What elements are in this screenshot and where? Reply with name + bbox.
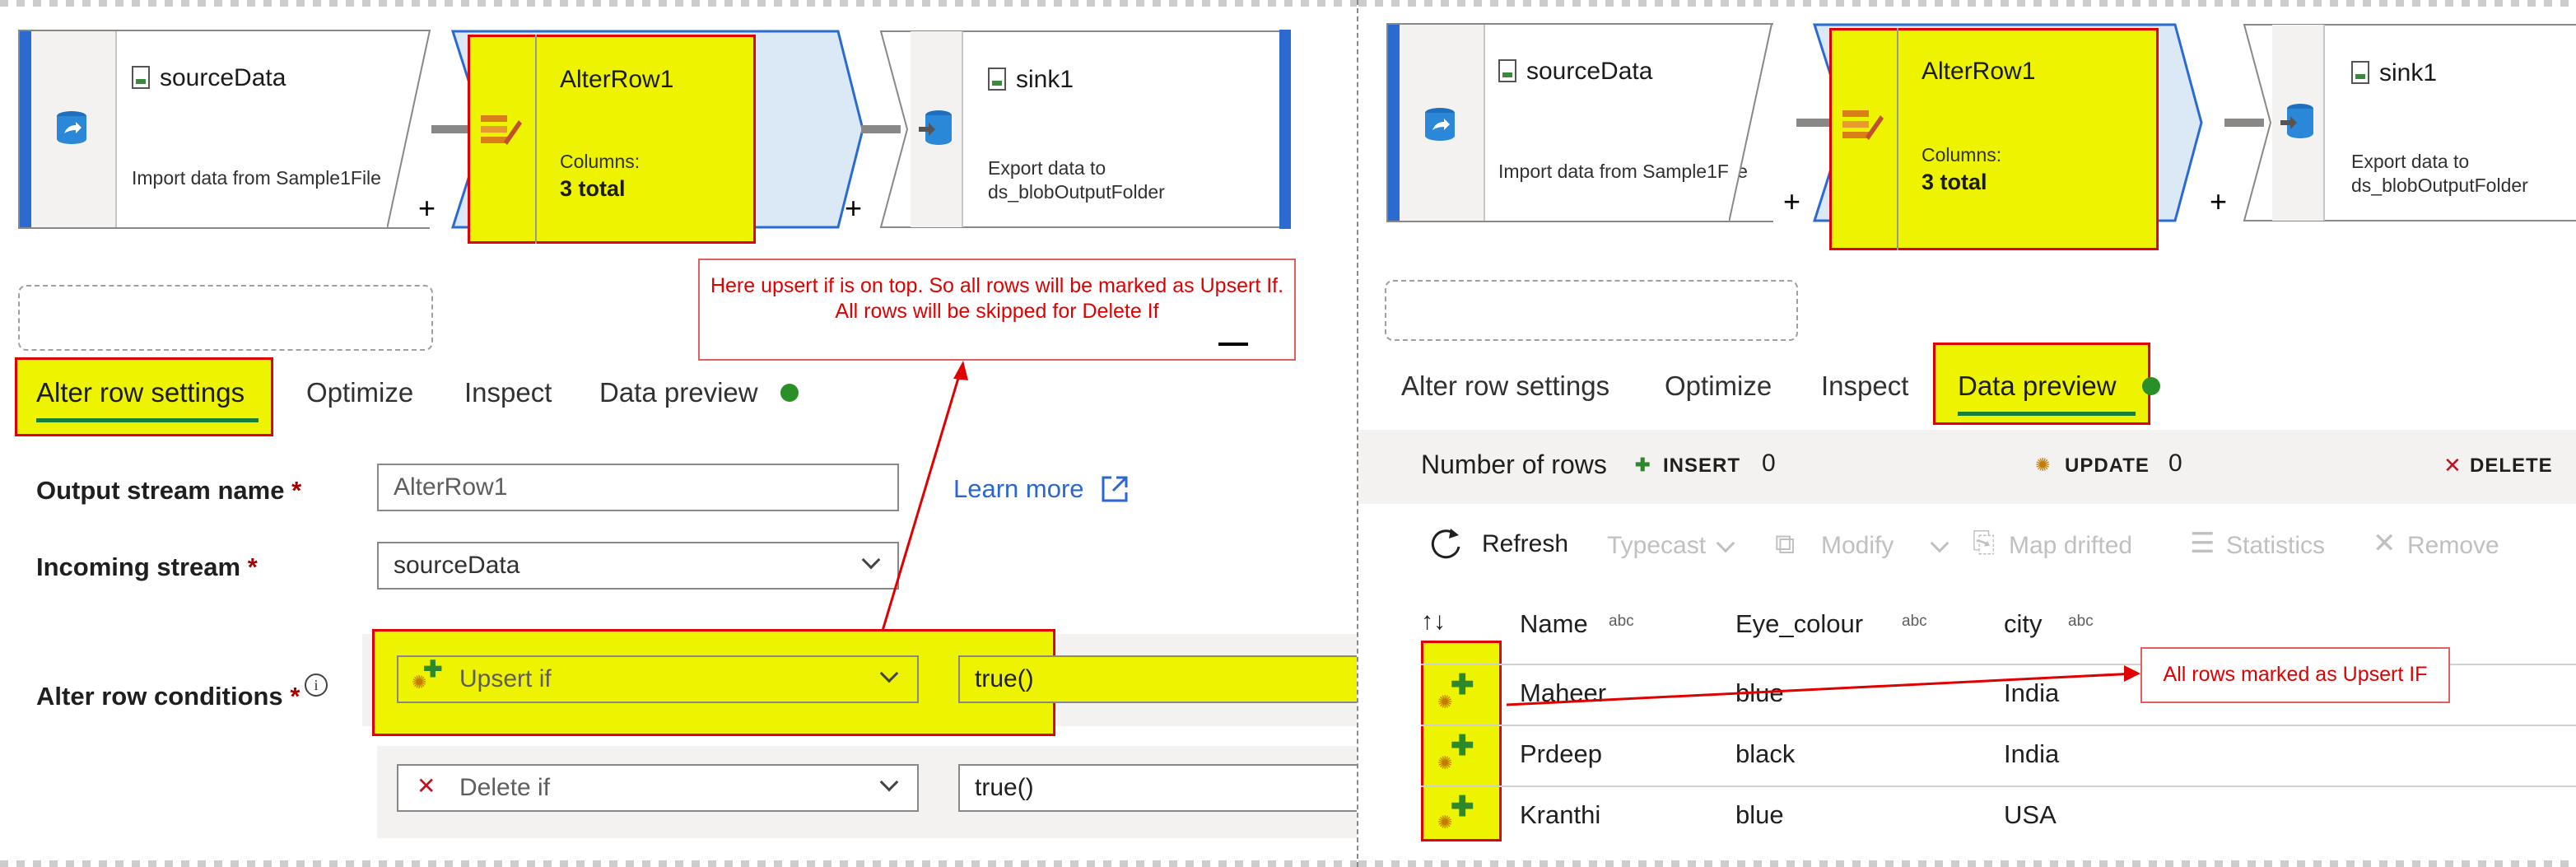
annotation-arrow bbox=[881, 361, 968, 632]
torn-edge-bottom bbox=[0, 860, 1357, 867]
left-panel: sourceData Import data from Sample1File … bbox=[0, 0, 1357, 867]
torn-edge-bottom bbox=[1358, 860, 2576, 867]
right-panel: sourceData Import data from Sample1File … bbox=[1357, 0, 2576, 867]
annotation-arrow bbox=[1506, 665, 2140, 706]
